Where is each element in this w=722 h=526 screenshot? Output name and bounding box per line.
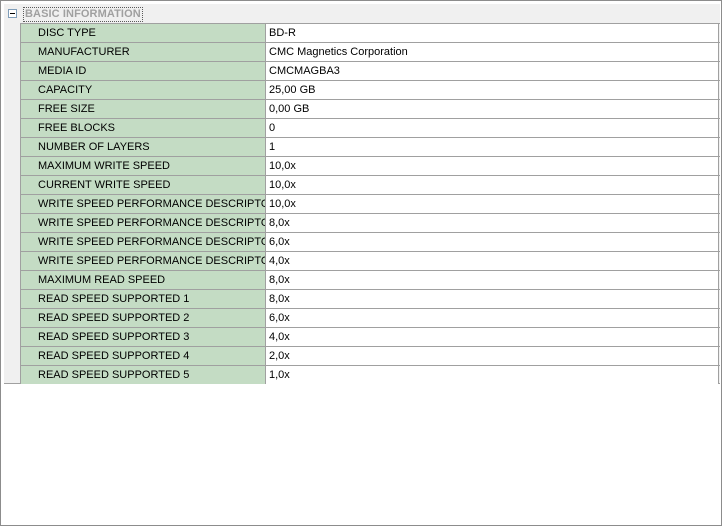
property-value[interactable]: 2,0x: [266, 347, 719, 365]
property-value[interactable]: CMC Magnetics Corporation: [266, 43, 719, 61]
property-name[interactable]: READ SPEED SUPPORTED 1: [20, 290, 266, 308]
property-value[interactable]: 8,0x: [266, 214, 719, 232]
property-value[interactable]: BD-R: [266, 24, 719, 42]
property-value[interactable]: 4,0x: [266, 328, 719, 346]
property-row[interactable]: FREE SIZE 0,00 GB: [20, 99, 720, 118]
property-name[interactable]: DISC TYPE: [20, 24, 266, 42]
property-value[interactable]: 6,0x: [266, 309, 719, 327]
property-value[interactable]: 0,00 GB: [266, 100, 719, 118]
property-value[interactable]: CMCMAGBA3: [266, 62, 719, 80]
property-value[interactable]: 8,0x: [266, 290, 719, 308]
property-name[interactable]: READ SPEED SUPPORTED 5: [20, 366, 266, 384]
property-name[interactable]: WRITE SPEED PERFORMANCE DESCRIPTOR 3: [20, 233, 266, 251]
property-row[interactable]: READ SPEED SUPPORTED 2 6,0x: [20, 308, 720, 327]
category-header[interactable]: BASIC INFORMATION: [4, 4, 720, 23]
property-value[interactable]: 8,0x: [266, 271, 719, 289]
property-row[interactable]: MAXIMUM WRITE SPEED 10,0x: [20, 156, 720, 175]
property-row[interactable]: READ SPEED SUPPORTED 3 4,0x: [20, 327, 720, 346]
property-name[interactable]: READ SPEED SUPPORTED 3: [20, 328, 266, 346]
property-row[interactable]: MANUFACTURER CMC Magnetics Corporation: [20, 42, 720, 61]
property-row[interactable]: WRITE SPEED PERFORMANCE DESCRIPTOR 4 4,0x: [20, 251, 720, 270]
property-value[interactable]: 0: [266, 119, 719, 137]
property-row[interactable]: READ SPEED SUPPORTED 5 1,0x: [20, 365, 720, 384]
property-row[interactable]: WRITE SPEED PERFORMANCE DESCRIPTOR 2 8,0x: [20, 213, 720, 232]
collapse-toggle-icon[interactable]: [8, 9, 17, 18]
property-value[interactable]: 1,0x: [266, 366, 719, 384]
property-value[interactable]: 25,00 GB: [266, 81, 719, 99]
category-label[interactable]: BASIC INFORMATION: [23, 7, 143, 22]
property-rows: DISC TYPE BD-R MANUFACTURER CMC Magnetics C…: [20, 23, 720, 384]
property-value[interactable]: 6,0x: [266, 233, 719, 251]
property-name[interactable]: NUMBER OF LAYERS: [20, 138, 266, 156]
property-name[interactable]: MAXIMUM WRITE SPEED: [20, 157, 266, 175]
property-row[interactable]: MAXIMUM READ SPEED 8,0x: [20, 270, 720, 289]
property-name[interactable]: WRITE SPEED PERFORMANCE DESCRIPTOR 4: [20, 252, 266, 270]
property-value[interactable]: 10,0x: [266, 176, 719, 194]
property-row[interactable]: WRITE SPEED PERFORMANCE DESCRIPTOR 1 10,0…: [20, 194, 720, 213]
property-name[interactable]: READ SPEED SUPPORTED 2: [20, 309, 266, 327]
property-row[interactable]: READ SPEED SUPPORTED 1 8,0x: [20, 289, 720, 308]
property-name[interactable]: FREE BLOCKS: [20, 119, 266, 137]
property-name[interactable]: CURRENT WRITE SPEED: [20, 176, 266, 194]
property-row[interactable]: NUMBER OF LAYERS 1: [20, 137, 720, 156]
property-name[interactable]: CAPACITY: [20, 81, 266, 99]
property-name[interactable]: MAXIMUM READ SPEED: [20, 271, 266, 289]
property-name[interactable]: READ SPEED SUPPORTED 4: [20, 347, 266, 365]
property-value[interactable]: 1: [266, 138, 719, 156]
property-name[interactable]: FREE SIZE: [20, 100, 266, 118]
property-value[interactable]: 10,0x: [266, 157, 719, 175]
property-value[interactable]: 10,0x: [266, 195, 719, 213]
property-row[interactable]: WRITE SPEED PERFORMANCE DESCRIPTOR 3 6,0x: [20, 232, 720, 251]
property-name[interactable]: MANUFACTURER: [20, 43, 266, 61]
property-name[interactable]: MEDIA ID: [20, 62, 266, 80]
property-row[interactable]: CURRENT WRITE SPEED 10,0x: [20, 175, 720, 194]
property-name[interactable]: WRITE SPEED PERFORMANCE DESCRIPTOR 1: [20, 195, 266, 213]
property-row[interactable]: FREE BLOCKS 0: [20, 118, 720, 137]
property-row[interactable]: DISC TYPE BD-R: [20, 23, 720, 42]
empty-area: [4, 384, 720, 523]
property-name[interactable]: WRITE SPEED PERFORMANCE DESCRIPTOR 2: [20, 214, 266, 232]
property-grid-panel: BASIC INFORMATION DISC TYPE BD-R MANUFACTU…: [0, 0, 722, 526]
property-grid: BASIC INFORMATION DISC TYPE BD-R MANUFACTU…: [4, 4, 720, 384]
property-row[interactable]: CAPACITY 25,00 GB: [20, 80, 720, 99]
property-row[interactable]: READ SPEED SUPPORTED 4 2,0x: [20, 346, 720, 365]
property-row[interactable]: MEDIA ID CMCMAGBA3: [20, 61, 720, 80]
property-value[interactable]: 4,0x: [266, 252, 719, 270]
